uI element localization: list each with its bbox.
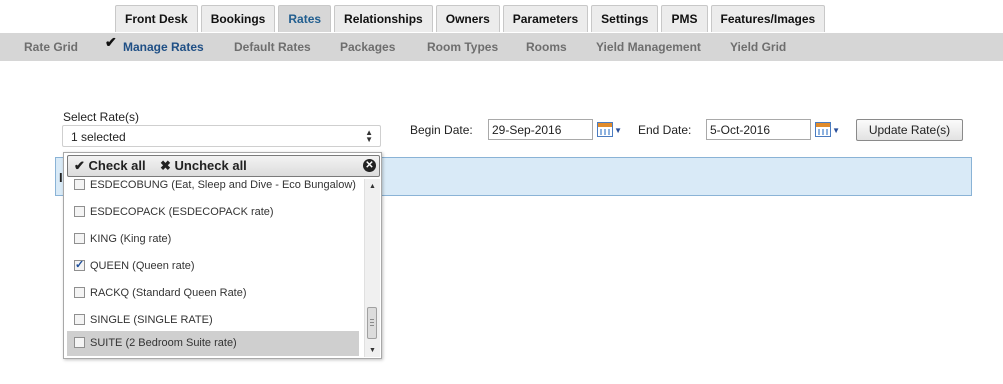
subnav-yield-grid[interactable]: Yield Grid bbox=[730, 33, 786, 61]
scrollbar-thumb[interactable] bbox=[367, 307, 377, 339]
tab-bookings[interactable]: Bookings bbox=[200, 5, 276, 32]
subnav-manage-rates[interactable]: ✔ Manage Rates bbox=[105, 33, 204, 61]
check-all-link[interactable]: ✔ Check all bbox=[74, 158, 146, 174]
end-date-label: End Date: bbox=[638, 123, 692, 137]
sub-navigation: Rate Grid ✔ Manage Rates Default Rates P… bbox=[0, 33, 1003, 61]
option-label: SUITE (2 Bedroom Suite rate) bbox=[90, 337, 237, 349]
tab-rates[interactable]: Rates bbox=[278, 5, 332, 32]
option-checkbox[interactable] bbox=[74, 179, 85, 190]
option-checkbox[interactable] bbox=[74, 233, 85, 244]
check-all-label: Check all bbox=[88, 158, 146, 173]
end-date-input[interactable]: 5-Oct-2016 bbox=[706, 119, 811, 140]
subnav-yield-management[interactable]: Yield Management bbox=[596, 33, 701, 61]
scroll-up-icon[interactable]: ▲ bbox=[369, 183, 376, 190]
end-date-calendar-icon[interactable]: ▼ bbox=[814, 121, 840, 139]
begin-date-calendar-icon[interactable]: ▼ bbox=[596, 121, 622, 139]
tab-owners[interactable]: Owners bbox=[435, 5, 500, 32]
rate-option[interactable]: QUEEN (Queen rate) bbox=[67, 254, 359, 279]
option-label: QUEEN (Queen rate) bbox=[90, 260, 195, 272]
tab-features-images[interactable]: Features/Images bbox=[710, 5, 826, 32]
rate-option[interactable]: ESDECOBUNG (Eat, Sleep and Dive - Eco Bu… bbox=[67, 173, 359, 198]
tab-front-desk[interactable]: Front Desk bbox=[115, 5, 198, 32]
subnav-default-rates[interactable]: Default Rates bbox=[234, 33, 311, 61]
rate-option[interactable]: SUITE (2 Bedroom Suite rate) bbox=[67, 331, 359, 356]
rate-option[interactable]: KING (King rate) bbox=[67, 227, 359, 252]
check-mark-icon: ✔ bbox=[105, 34, 117, 50]
rate-option[interactable]: RACKQ (Standard Queen Rate) bbox=[67, 281, 359, 306]
select-rates-label: Select Rate(s) bbox=[63, 110, 140, 124]
begin-date-label: Begin Date: bbox=[410, 123, 473, 137]
rate-option[interactable]: SINGLE (SINGLE RATE) bbox=[67, 308, 359, 333]
begin-date-input[interactable]: 29-Sep-2016 bbox=[488, 119, 593, 140]
update-rates-button[interactable]: Update Rate(s) bbox=[856, 119, 963, 141]
option-label: ESDECOPACK (ESDECOPACK rate) bbox=[90, 206, 274, 218]
option-checkbox[interactable] bbox=[74, 206, 85, 217]
rate-multiselect[interactable]: 1 selected ▲ ▼ bbox=[62, 125, 381, 147]
rate-option[interactable]: ESDECOPACK (ESDECOPACK rate) bbox=[67, 200, 359, 225]
scroll-down-icon[interactable]: ▼ bbox=[369, 347, 376, 354]
subnav-room-types[interactable]: Room Types bbox=[427, 33, 498, 61]
option-label: SINGLE (SINGLE RATE) bbox=[90, 314, 213, 326]
uncheck-all-icon: ✖ bbox=[160, 158, 171, 173]
uncheck-all-link[interactable]: ✖ Uncheck all bbox=[160, 158, 247, 174]
option-checkbox[interactable] bbox=[74, 287, 85, 298]
subnav-rate-grid[interactable]: Rate Grid bbox=[24, 33, 78, 61]
rate-multiselect-dropdown: ✔ Check all ✖ Uncheck all ✕ ESDECOBUNG (… bbox=[63, 152, 382, 359]
option-label: KING (King rate) bbox=[90, 233, 172, 245]
main-tabs: Front Desk Bookings Rates Relationships … bbox=[115, 5, 828, 33]
option-label: RACKQ (Standard Queen Rate) bbox=[90, 287, 247, 299]
close-icon[interactable]: ✕ bbox=[363, 159, 376, 172]
option-checkbox[interactable] bbox=[74, 314, 85, 325]
uncheck-all-label: Uncheck all bbox=[174, 158, 247, 173]
option-label: ESDECOBUNG (Eat, Sleep and Dive - Eco Bu… bbox=[90, 179, 356, 191]
dropdown-scrollbar[interactable]: ▲ ▼ bbox=[364, 179, 380, 357]
subnav-rooms[interactable]: Rooms bbox=[526, 33, 567, 61]
tab-settings[interactable]: Settings bbox=[591, 5, 659, 32]
rate-multiselect-value: 1 selected bbox=[71, 130, 126, 144]
subnav-manage-rates-label: Manage Rates bbox=[123, 40, 204, 54]
option-checkbox[interactable] bbox=[74, 258, 85, 271]
option-checkbox[interactable] bbox=[74, 337, 85, 348]
tab-parameters[interactable]: Parameters bbox=[502, 5, 589, 32]
subnav-packages[interactable]: Packages bbox=[340, 33, 395, 61]
check-all-icon: ✔ bbox=[74, 158, 85, 173]
select-arrows-icon: ▲ ▼ bbox=[365, 128, 373, 144]
tab-pms[interactable]: PMS bbox=[661, 5, 708, 32]
tab-relationships[interactable]: Relationships bbox=[334, 5, 433, 32]
